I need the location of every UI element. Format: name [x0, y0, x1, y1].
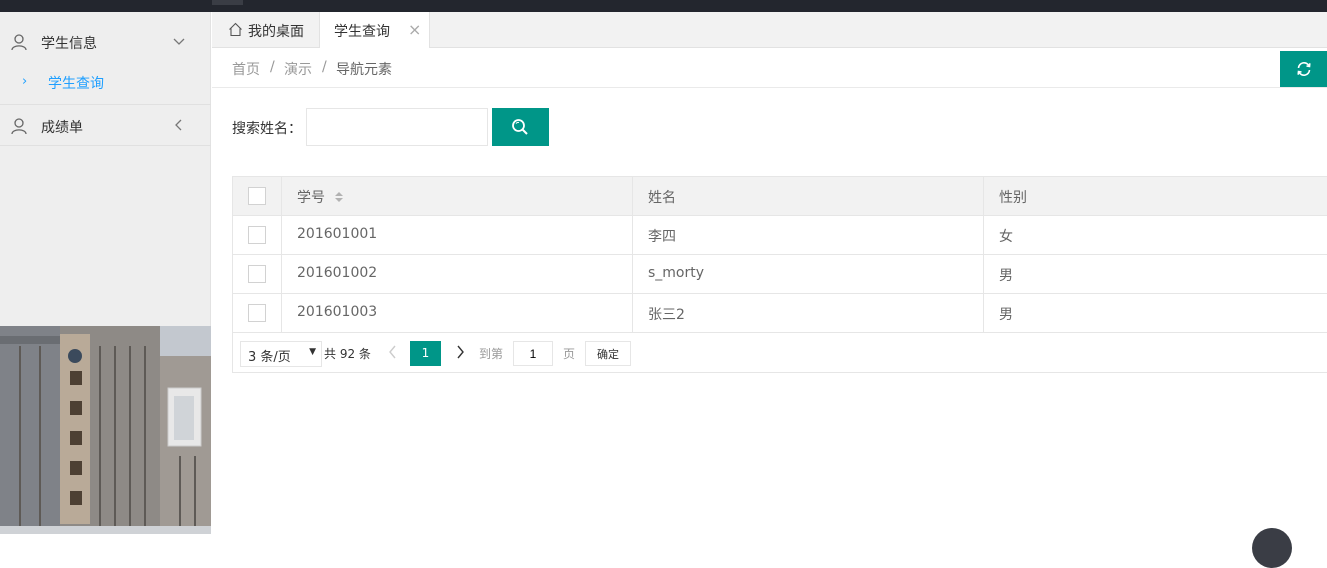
user-icon: [11, 34, 27, 51]
breadcrumb-current: 导航元素: [336, 62, 392, 78]
sidebar-subitem-label: 学生查询: [48, 76, 104, 92]
row-checkbox[interactable]: [248, 265, 266, 283]
next-page-icon[interactable]: [453, 343, 467, 361]
page-number-current[interactable]: 1: [410, 341, 441, 366]
cell-gender: 男: [984, 294, 1327, 332]
breadcrumb-separator: /: [322, 59, 327, 75]
floating-action-button[interactable]: [1252, 528, 1292, 568]
goto-page-input[interactable]: [513, 341, 553, 366]
sort-icon[interactable]: [334, 191, 344, 203]
header-tab-indicator: [212, 0, 243, 5]
cell-text: 张三2: [648, 307, 685, 323]
header-cell-gender: 性别: [984, 177, 1327, 215]
column-header: 学号: [297, 190, 325, 206]
breadcrumb: 首页 / 演示 / 导航元素: [212, 48, 1327, 88]
cell-text: 女: [999, 229, 1013, 245]
chevron-left-icon: [175, 119, 182, 131]
dropdown-arrow-icon: ▼: [309, 347, 316, 357]
cell-text: 男: [999, 268, 1013, 284]
cell-name: 李四: [633, 216, 984, 254]
row-checkbox-cell: [233, 294, 282, 332]
cell-text: 201601002: [297, 265, 378, 281]
student-table: 学号 姓名 性别 201601001 李四 女 201601002 s_mort…: [232, 176, 1327, 373]
row-checkbox[interactable]: [248, 226, 266, 244]
user-icon: [11, 118, 27, 135]
divider: [0, 104, 211, 105]
table-row[interactable]: 201601003 张三2 男: [233, 294, 1327, 333]
close-icon[interactable]: ×: [408, 20, 421, 39]
tab-my-desktop[interactable]: 我的桌面: [212, 12, 320, 48]
sidebar-item-label: 成绩单: [41, 120, 83, 136]
refresh-button[interactable]: [1280, 51, 1327, 87]
sidebar-subitem-student-query[interactable]: › 学生查询: [0, 68, 211, 98]
cell-name: 张三2: [633, 294, 984, 332]
tab-bar: 我的桌面 学生查询 ×: [212, 12, 1327, 48]
cell-gender: 女: [984, 216, 1327, 254]
search-button[interactable]: [492, 108, 549, 146]
refresh-icon: [1297, 62, 1311, 76]
cell-gender: 男: [984, 255, 1327, 293]
table-header: 学号 姓名 性别: [233, 177, 1327, 216]
page-size-select[interactable]: 3 条/页 ▼: [240, 341, 322, 367]
search-name-input[interactable]: [306, 108, 488, 146]
row-checkbox[interactable]: [248, 304, 266, 322]
header-checkbox-cell: [233, 177, 282, 215]
sidebar-item-student-info[interactable]: 学生信息: [0, 22, 211, 62]
sidebar-item-label: 学生信息: [41, 36, 97, 52]
cell-name: s_morty: [633, 255, 984, 293]
sidebar-nav: 学生信息 › 学生查询 成绩单: [0, 12, 211, 534]
table-row[interactable]: 201601001 李四 女: [233, 216, 1327, 255]
breadcrumb-separator: /: [270, 59, 275, 75]
tab-label: 学生查询: [334, 24, 390, 40]
campus-building-image: [0, 326, 211, 534]
cell-id: 201601001: [282, 216, 633, 254]
table-row[interactable]: 201601002 s_morty 男: [233, 255, 1327, 294]
cell-text: 李四: [648, 229, 676, 245]
tab-student-query[interactable]: 学生查询 ×: [320, 12, 430, 48]
select-all-checkbox[interactable]: [248, 187, 266, 205]
cell-text: s_morty: [648, 265, 705, 281]
breadcrumb-home[interactable]: 首页: [232, 59, 260, 79]
cell-id: 201601002: [282, 255, 633, 293]
row-checkbox-cell: [233, 216, 282, 254]
column-header: 性别: [999, 190, 1027, 206]
home-icon: [229, 22, 242, 37]
cell-text: 201601001: [297, 226, 378, 242]
goto-label: 到第: [479, 347, 504, 361]
pagination: 3 条/页 ▼ 共 92 条 1 到第 页 确定: [233, 333, 1327, 373]
search-label: 搜索姓名：: [232, 121, 302, 137]
top-header: [0, 0, 1327, 12]
breadcrumb-demo[interactable]: 演示: [284, 59, 312, 79]
cell-text: 男: [999, 307, 1013, 323]
goto-confirm-button[interactable]: 确定: [585, 341, 631, 366]
row-checkbox-cell: [233, 255, 282, 293]
sidebar-item-grades[interactable]: 成绩单: [0, 106, 211, 146]
search-icon: [512, 119, 528, 135]
page-suffix-label: 页: [563, 347, 576, 361]
chevron-right-icon: ›: [22, 74, 28, 89]
tab-label: 我的桌面: [248, 24, 304, 40]
header-cell-name: 姓名: [633, 177, 984, 215]
prev-page-icon[interactable]: [386, 343, 400, 361]
cell-text: 201601003: [297, 304, 378, 320]
chevron-down-icon: [173, 38, 185, 45]
header-cell-id[interactable]: 学号: [282, 177, 633, 215]
cell-id: 201601003: [282, 294, 633, 332]
divider: [0, 145, 211, 146]
page-size-value: 3 条/页: [248, 350, 291, 365]
column-header: 姓名: [648, 190, 676, 206]
total-count: 共 92 条: [324, 347, 371, 361]
